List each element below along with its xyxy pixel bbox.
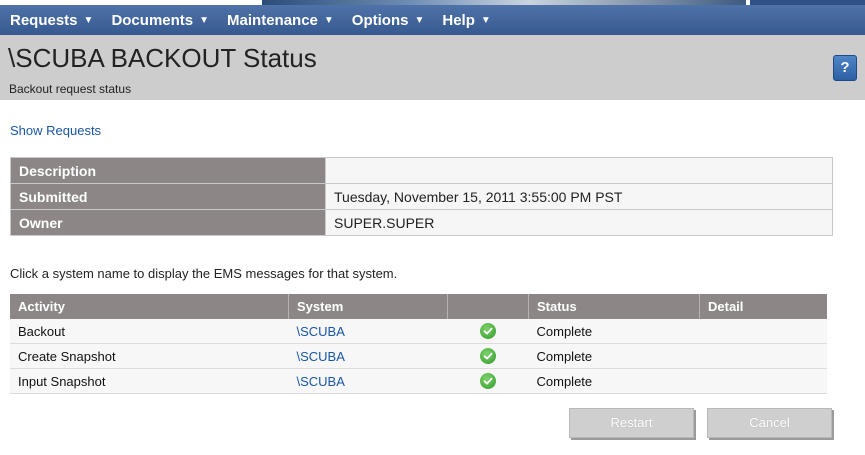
check-circle-icon	[480, 373, 496, 390]
column-header-status-icon	[447, 294, 529, 319]
info-value: SUPER.SUPER	[325, 209, 833, 236]
activity-table: Activity System Status Detail Backout \S…	[10, 294, 827, 394]
table-row: Input Snapshot \SCUBA Complete	[10, 368, 827, 394]
info-row-owner: Owner SUPER.SUPER	[10, 209, 833, 236]
system-link[interactable]: \SCUBA	[288, 319, 448, 344]
column-header-activity[interactable]: Activity	[10, 294, 289, 319]
table-row: Backout \SCUBA Complete	[10, 319, 827, 344]
system-link[interactable]: \SCUBA	[288, 368, 448, 394]
request-info-table: Description Submitted Tuesday, November …	[10, 157, 833, 236]
chevron-down-icon: ▼	[199, 14, 210, 26]
status-icon-cell	[447, 343, 529, 369]
info-value: Tuesday, November 15, 2011 3:55:00 PM PS…	[325, 183, 833, 210]
menu-help[interactable]: Help ▼	[442, 12, 490, 29]
show-requests-link[interactable]: Show Requests	[10, 123, 101, 138]
page-header: \SCUBA BACKOUT Status Backout request st…	[0, 35, 865, 100]
table-row: Create Snapshot \SCUBA Complete	[10, 343, 827, 369]
column-header-status[interactable]: Status	[528, 294, 700, 319]
detail-cell	[699, 368, 827, 394]
help-button[interactable]: ?	[833, 55, 857, 81]
chevron-down-icon: ▼	[323, 14, 334, 26]
status-cell: Complete	[528, 368, 700, 394]
status-icon-cell	[447, 368, 529, 394]
menu-requests[interactable]: Requests ▼	[10, 12, 93, 29]
info-row-submitted: Submitted Tuesday, November 15, 2011 3:5…	[10, 183, 833, 210]
table-header-row: Activity System Status Detail	[10, 294, 827, 319]
info-label: Submitted	[10, 183, 326, 210]
restart-button[interactable]: Restart	[569, 408, 694, 438]
menu-bar: Requests ▼ Documents ▼ Maintenance ▼ Opt…	[0, 5, 865, 35]
check-circle-icon	[480, 348, 496, 365]
page-subtitle: Backout request status	[9, 82, 132, 96]
menu-maintenance[interactable]: Maintenance ▼	[227, 12, 334, 29]
menu-documents[interactable]: Documents ▼	[111, 12, 209, 29]
instruction-text: Click a system name to display the EMS m…	[10, 266, 398, 281]
column-header-system[interactable]: System	[288, 294, 448, 319]
page-title: \SCUBA BACKOUT Status	[8, 43, 317, 73]
chevron-down-icon: ▼	[414, 14, 425, 26]
menu-label: Options	[351, 11, 409, 29]
menu-label: Maintenance	[227, 11, 318, 29]
activity-cell: Create Snapshot	[10, 343, 289, 369]
column-header-detail[interactable]: Detail	[699, 294, 827, 319]
info-label: Owner	[10, 209, 326, 236]
cancel-button[interactable]: Cancel	[707, 408, 832, 438]
chevron-down-icon: ▼	[480, 14, 491, 26]
status-icon-cell	[447, 319, 529, 344]
menu-label: Help	[442, 11, 475, 29]
info-row-description: Description	[10, 157, 833, 184]
system-link[interactable]: \SCUBA	[288, 343, 448, 369]
menu-label: Documents	[111, 11, 194, 29]
detail-cell	[699, 343, 827, 369]
info-label: Description	[10, 157, 326, 184]
chevron-down-icon: ▼	[83, 14, 94, 26]
activity-cell: Backout	[10, 319, 289, 344]
activity-cell: Input Snapshot	[10, 368, 289, 394]
status-cell: Complete	[528, 343, 700, 369]
info-value	[325, 157, 833, 184]
check-circle-icon	[480, 323, 496, 340]
menu-options[interactable]: Options ▼	[352, 12, 425, 29]
menu-label: Requests	[10, 11, 78, 29]
detail-cell	[699, 319, 827, 344]
status-cell: Complete	[528, 319, 700, 344]
